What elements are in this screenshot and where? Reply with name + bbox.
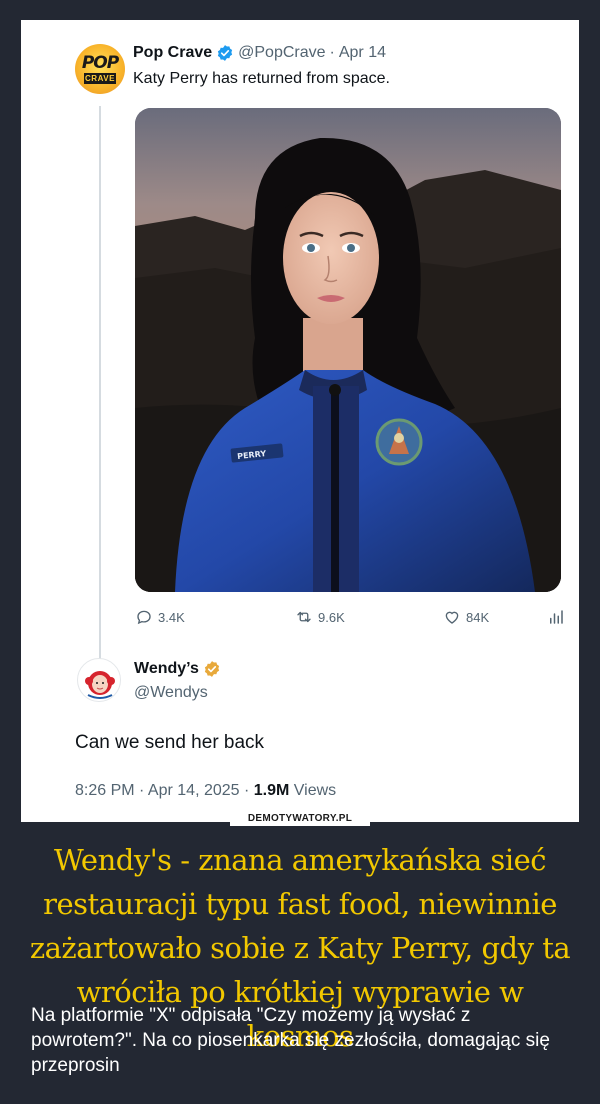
thread-line (99, 106, 101, 664)
analytics-icon (550, 610, 563, 624)
reply-author-name-row: Wendy’s (134, 660, 225, 678)
repost-count: 9.6K (318, 609, 345, 625)
analytics-action[interactable] (547, 608, 570, 626)
tweet-header: Pop Crave @PopCrave · Apr 14 (133, 42, 386, 64)
tweet-screenshot-card: POP CRAVE Pop Crave @PopCrave · Apr 14 K… (21, 20, 579, 822)
tweet-text: Katy Perry has returned from space. (133, 70, 390, 87)
demotivator-description: Na platformie "X" odpisała "Czy możemy j… (31, 1005, 550, 1076)
like-action[interactable]: 84K (443, 608, 489, 626)
tweet-date[interactable]: Apr 14 (339, 44, 386, 62)
wendys-logo-icon (85, 671, 115, 699)
verified-gold-badge-icon (204, 661, 220, 677)
repost-icon (297, 611, 311, 623)
reply-views-label: Views (289, 782, 337, 799)
wendys-avatar[interactable] (77, 658, 121, 702)
like-icon (445, 611, 459, 624)
tweet-author-handle[interactable]: @PopCrave (238, 44, 325, 62)
reply-icon (137, 610, 151, 625)
photo-illustration: PERRY (135, 108, 561, 592)
reply-count: 3.4K (158, 609, 185, 625)
reply-timestamp[interactable]: 8:26 PM · Apr 14, 2025 · (75, 782, 254, 799)
verified-badge-icon (218, 45, 233, 61)
like-count: 84K (466, 609, 490, 625)
reply-views-count: 1.9M (253, 782, 290, 799)
reply-author-handle[interactable]: @Wendys (134, 684, 208, 702)
tweet-media-photo[interactable]: PERRY (135, 108, 561, 592)
tweet-author-name[interactable]: Pop Crave (133, 44, 212, 62)
site-watermark: DEMOTYWATORY.PL (230, 811, 370, 826)
repost-action[interactable]: 9.6K (295, 608, 345, 626)
reply-text: Can we send her back (75, 732, 265, 753)
avatar-pop-text: POP (81, 53, 119, 73)
tweet-separator: · (329, 44, 335, 61)
popcrave-avatar[interactable]: POP CRAVE (75, 44, 125, 94)
avatar-crave-text: CRAVE (84, 73, 116, 84)
reply-action[interactable]: 3.4K (135, 608, 185, 626)
reply-author-name[interactable]: Wendy’s (134, 660, 199, 678)
tweet-actions-bar: 3.4K 9.6K 84K (135, 608, 565, 632)
reply-meta: 8:26 PM · Apr 14, 2025 · 1.9M Views (75, 782, 336, 800)
